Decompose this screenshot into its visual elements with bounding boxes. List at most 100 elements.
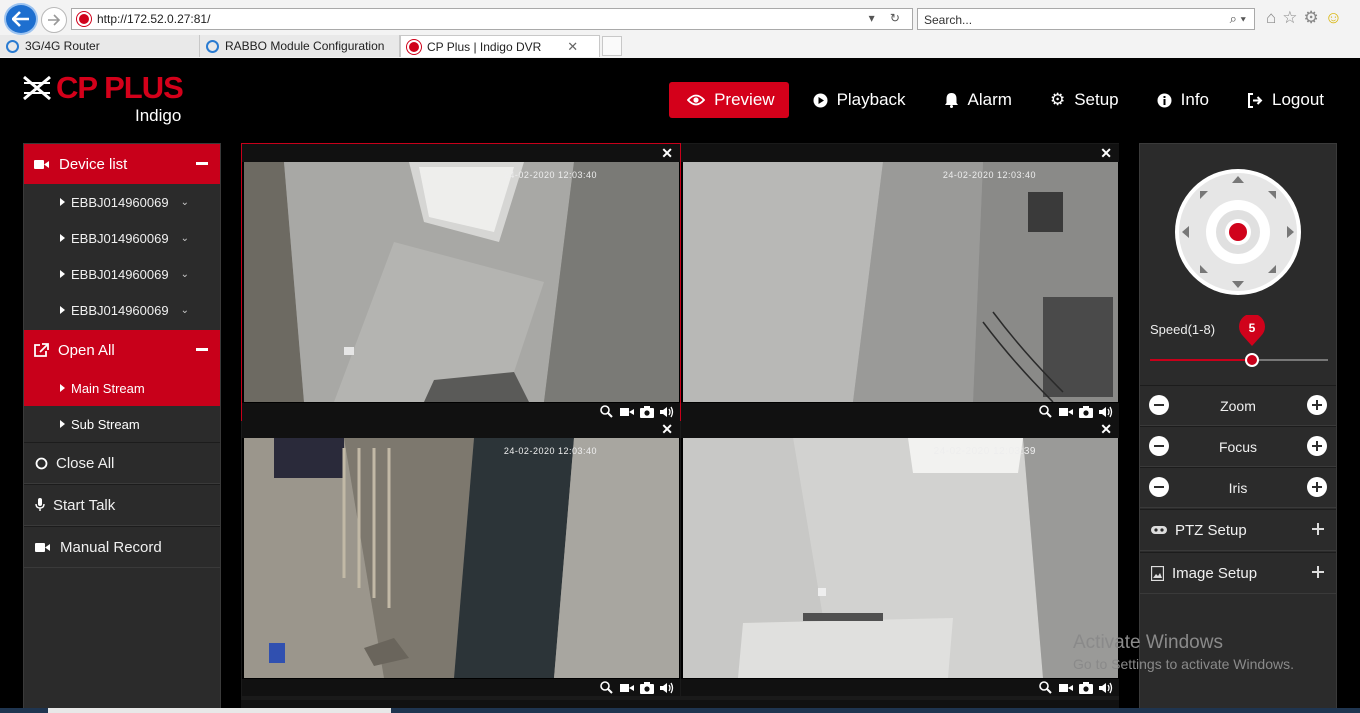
refresh-icon[interactable]: ▾ ↻ — [869, 11, 906, 25]
microphone-icon — [35, 498, 45, 512]
close-all-button[interactable]: Close All — [24, 442, 220, 484]
image-setup-row[interactable]: Image Setup — [1140, 552, 1336, 594]
forward-button[interactable] — [41, 7, 67, 33]
info-icon — [1157, 93, 1172, 108]
zoom-in-icon[interactable] — [599, 680, 614, 695]
device-list-header[interactable]: Device list — [24, 144, 220, 184]
new-tab-button[interactable] — [602, 36, 622, 56]
camera-feed[interactable]: 24-02-2020 12:03:40 — [683, 162, 1118, 402]
toolbar-icons: ⌂ ☆ ⚙ ☺ — [1266, 8, 1342, 28]
ie-icon — [6, 39, 19, 53]
nav-logout[interactable]: Logout — [1229, 82, 1338, 118]
camera-feed[interactable]: 24-02-2020 12:03:40 — [244, 162, 679, 402]
speed-slider-handle[interactable] — [1245, 353, 1259, 367]
expand-plus-icon[interactable] — [1312, 523, 1324, 535]
camera-tile-1[interactable]: ✕ 24-02-2020 12:03:40 — [241, 143, 681, 421]
record-icon[interactable] — [1058, 680, 1073, 695]
device-item[interactable]: EBBJ014960069 ⌄ — [24, 184, 220, 220]
gear-icon[interactable]: ⚙ — [1304, 8, 1319, 28]
back-button[interactable] — [4, 3, 38, 35]
zoom-in-icon[interactable] — [1038, 680, 1053, 695]
search-placeholder: Search... — [924, 13, 973, 27]
ptz-setup-row[interactable]: PTZ Setup — [1140, 509, 1336, 551]
snapshot-icon[interactable] — [1078, 680, 1093, 695]
snapshot-icon[interactable] — [639, 404, 654, 419]
speaker-icon[interactable] — [1098, 404, 1113, 419]
device-item[interactable]: EBBJ014960069 ⌄ — [24, 292, 220, 328]
ptz-panel: Speed(1-8) 5 Zoom Focus Iris PTZ Setup I… — [1139, 143, 1337, 713]
camera-tile-3[interactable]: ✕ 24-02-2020 12:03:40 — [242, 420, 680, 696]
collapse-icon[interactable] — [196, 162, 208, 165]
iris-plus-button[interactable] — [1307, 477, 1327, 497]
speaker-icon[interactable] — [659, 404, 674, 419]
device-item[interactable]: EBBJ014960069 ⌄ — [24, 256, 220, 292]
camera-tile-2[interactable]: ✕ 24-02-2020 12:03:40 — [681, 144, 1119, 420]
home-icon[interactable]: ⌂ — [1266, 8, 1276, 28]
tab-rabbo[interactable]: RABBO Module Configuration — [200, 35, 400, 57]
dvr-app: CP PLUS Indigo Preview Playback Alarm ⚙ … — [0, 58, 1360, 713]
sub-stream-item[interactable]: Sub Stream — [24, 406, 220, 442]
expand-plus-icon[interactable] — [1312, 566, 1324, 578]
record-icon[interactable] — [619, 404, 634, 419]
smiley-icon[interactable]: ☺ — [1325, 8, 1342, 28]
device-item[interactable]: EBBJ014960069 ⌄ — [24, 220, 220, 256]
nav-setup[interactable]: ⚙ Setup — [1032, 82, 1133, 118]
close-icon[interactable]: ✕ — [1100, 421, 1112, 438]
close-icon[interactable]: ✕ — [661, 421, 673, 438]
chevron-down-icon[interactable]: ⌄ — [181, 197, 189, 208]
tab-cpplus[interactable]: CP Plus | Indigo DVR ✕ — [400, 35, 600, 57]
device-name: EBBJ014960069 — [71, 266, 169, 282]
nav-label: Preview — [714, 90, 775, 109]
device-panel: Device list EBBJ014960069 ⌄ EBBJ01496006… — [23, 143, 221, 713]
caret-right-icon — [60, 198, 65, 206]
chevron-down-icon[interactable]: ⌄ — [181, 269, 189, 280]
collapse-icon[interactable] — [196, 348, 208, 351]
windows-activation-watermark: Activate Windows Go to Settings to activ… — [1073, 632, 1294, 672]
snapshot-icon[interactable] — [639, 680, 654, 695]
gamepad-icon — [1151, 525, 1167, 535]
focus-plus-button[interactable] — [1307, 436, 1327, 456]
tile-toolbar — [242, 679, 680, 696]
address-bar[interactable]: http://172.52.0.27:81/ ▾ ↻ — [71, 8, 913, 30]
manual-record-button[interactable]: Manual Record — [24, 526, 220, 568]
zoom-in-icon[interactable] — [599, 404, 614, 419]
ptz-direction-pad[interactable] — [1174, 168, 1302, 296]
caret-right-icon — [60, 384, 65, 392]
speed-slider[interactable]: 5 — [1150, 313, 1328, 367]
logo-sub: Indigo — [135, 106, 182, 125]
zoom-row: Zoom — [1140, 385, 1336, 426]
nav-alarm[interactable]: Alarm — [926, 82, 1026, 118]
tab-router[interactable]: 3G/4G Router — [0, 35, 200, 57]
tile-header: ✕ — [681, 144, 1119, 162]
search-icon[interactable]: ⌕ ▾ — [1230, 11, 1246, 27]
zoom-in-icon[interactable] — [1038, 404, 1053, 419]
nav-preview[interactable]: Preview — [669, 82, 789, 118]
nav-label: Setup — [1074, 90, 1119, 109]
close-icon[interactable]: ✕ — [1100, 145, 1112, 162]
snapshot-icon[interactable] — [1078, 404, 1093, 419]
camera-feed[interactable]: 24-02-2020 12:03:39 — [683, 438, 1118, 678]
speaker-icon[interactable] — [1098, 680, 1113, 695]
logo-mark-icon — [23, 75, 51, 101]
camera-timestamp: 24-02-2020 12:03:40 — [503, 446, 597, 456]
nav-label: Logout — [1272, 90, 1324, 109]
close-icon[interactable]: ✕ — [661, 145, 673, 162]
zoom-in-button[interactable] — [1307, 395, 1327, 415]
video-camera-icon — [35, 542, 50, 553]
record-icon[interactable] — [619, 680, 634, 695]
close-icon[interactable]: ✕ — [567, 39, 578, 55]
open-all-header[interactable]: Open All — [24, 330, 220, 370]
camera-feed[interactable]: 24-02-2020 12:03:40 — [244, 438, 679, 678]
nav-info[interactable]: Info — [1139, 82, 1223, 118]
nav-playback[interactable]: Playback — [795, 82, 920, 118]
search-box[interactable]: Search... ⌕ ▾ — [917, 8, 1255, 30]
speaker-icon[interactable] — [659, 680, 674, 695]
record-icon[interactable] — [1058, 404, 1073, 419]
chevron-down-icon[interactable]: ⌄ — [181, 233, 189, 244]
camera-tile-4[interactable]: ✕ 24-02-2020 12:03:39 — [681, 420, 1119, 696]
main-stream-item[interactable]: Main Stream — [24, 370, 220, 406]
chevron-down-icon[interactable]: ⌄ — [181, 305, 189, 316]
caret-right-icon — [60, 234, 65, 242]
star-icon[interactable]: ☆ — [1282, 8, 1297, 28]
start-talk-button[interactable]: Start Talk — [24, 484, 220, 526]
